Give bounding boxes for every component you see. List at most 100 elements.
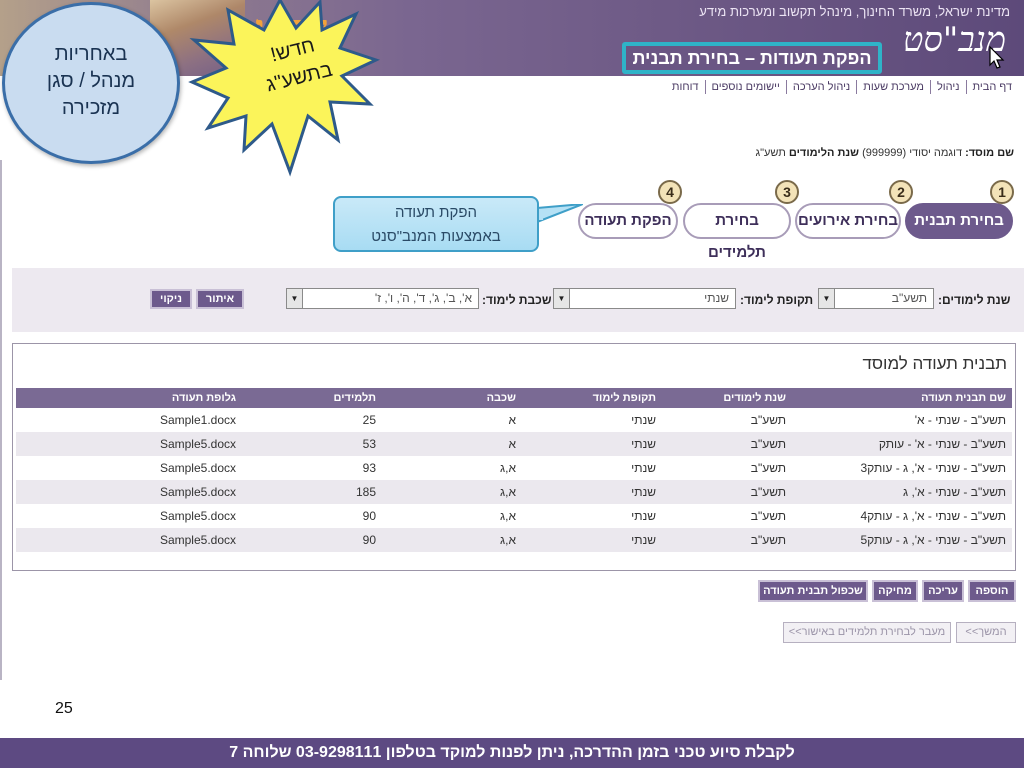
next-button[interactable]: המשך>> xyxy=(956,622,1016,643)
responsibility-callout: באחריות מנהל / סגן מזכירה xyxy=(2,2,180,164)
cell-students: 90 xyxy=(242,504,382,528)
col-template-name[interactable]: שם תבנית תעודה xyxy=(792,388,1012,408)
cell-file: Sample5.docx xyxy=(16,504,242,528)
chevron-down-icon[interactable]: ▼ xyxy=(554,289,570,308)
left-divider xyxy=(0,160,2,680)
slide-number: 25 xyxy=(55,700,73,717)
cell-period: שנתי xyxy=(522,504,662,528)
year-select[interactable]: תשע"ב ▼ xyxy=(818,288,934,309)
role-line-1: באחריות xyxy=(54,43,128,65)
step-select-events[interactable]: בחירת אירועים xyxy=(795,203,901,239)
cell-grade: א,ג xyxy=(382,480,522,504)
chevron-down-icon[interactable]: ▼ xyxy=(819,289,835,308)
cell-year: תשע"ב xyxy=(662,480,792,504)
cell-year: תשע"ב xyxy=(662,456,792,480)
cell-grade: א xyxy=(382,408,522,432)
cell-students: 53 xyxy=(242,432,382,456)
nav-assessment[interactable]: ניהול הערכה xyxy=(785,80,856,94)
cell-file: Sample5.docx xyxy=(16,528,242,552)
cell-template-name: תשע"ב - שנתי - א', ג xyxy=(792,480,1012,504)
step-3-badge: 3 xyxy=(775,180,799,204)
step-select-students[interactable]: בחירת תלמידים xyxy=(683,203,791,261)
duplicate-template-button[interactable]: שכפול תבנית תעודה xyxy=(758,580,868,602)
cell-students: 25 xyxy=(242,408,382,432)
cell-period: שנתי xyxy=(522,456,662,480)
grade-filter-label: שכבת לימוד: xyxy=(482,293,552,307)
cell-grade: א,ג xyxy=(382,456,522,480)
table-row[interactable]: Sample5.docx 53 א שנתי תשע"ב תשע"ב - שנת… xyxy=(16,432,1012,456)
col-file[interactable]: גלופת תעודה xyxy=(16,388,242,408)
tooltip-line-2: באמצעות המנב"סנט xyxy=(371,228,501,245)
table-row[interactable]: Sample5.docx 185 א,ג שנתי תשע"ב תשע"ב - … xyxy=(16,480,1012,504)
mouse-cursor-icon xyxy=(989,46,1005,69)
ministry-line: מדינת ישראל, משרד החינוך, מינהל תקשוב ומ… xyxy=(699,4,1010,19)
school-year-label: שנת הלימודים xyxy=(788,147,860,159)
table-row[interactable]: Sample5.docx 90 א,ג שנתי תשע"ב תשע"ב - ש… xyxy=(16,528,1012,552)
year-filter-label: שנת לימודים: xyxy=(938,293,1011,307)
col-year[interactable]: שנת לימודים xyxy=(662,388,792,408)
cell-students: 90 xyxy=(242,528,382,552)
top-navigation: דף הבית ניהול מערכת שעות ניהול הערכה ייש… xyxy=(666,80,1018,94)
nav-more-apps[interactable]: יישומים נוספים xyxy=(704,80,786,94)
cell-file: Sample5.docx xyxy=(16,456,242,480)
chevron-down-icon[interactable]: ▼ xyxy=(287,289,303,308)
templates-panel: תבנית תעודה למוסד גלופת תעודה תלמידים שכ… xyxy=(12,343,1016,571)
table-row[interactable]: Sample5.docx 90 א,ג שנתי תשע"ב תשע"ב - ש… xyxy=(16,504,1012,528)
year-select-value: תשע"ב xyxy=(891,291,927,305)
table-row[interactable]: Sample1.docx 25 א שנתי תשע"ב תשע"ב - שנת… xyxy=(16,408,1012,432)
cell-grade: א,ג xyxy=(382,504,522,528)
col-students[interactable]: תלמידים xyxy=(242,388,382,408)
tooltip-callout: הפקת תעודה באמצעות המנב"סנט xyxy=(333,196,539,252)
cell-period: שנתי xyxy=(522,432,662,456)
cell-year: תשע"ב xyxy=(662,504,792,528)
school-label: שם מוסד: xyxy=(965,147,1014,159)
panel-title: תבנית תעודה למוסד xyxy=(862,354,1007,373)
cell-file: Sample5.docx xyxy=(16,480,242,504)
go-to-students-button[interactable]: מעבר לבחירת תלמידים באישור>> xyxy=(783,622,951,643)
cell-grade: א,ג xyxy=(382,528,522,552)
nav-home[interactable]: דף הבית xyxy=(965,80,1018,94)
cell-year: תשע"ב xyxy=(662,432,792,456)
cell-template-name: תשע"ב - שנתי - א', ג - עותק4 xyxy=(792,504,1012,528)
period-select[interactable]: שנתי ▼ xyxy=(553,288,736,309)
grade-select-value: א', ב', ג', ד', ה', ו', ז' xyxy=(374,291,472,305)
role-line-3: מזכירה xyxy=(61,97,121,119)
step-4-badge: 4 xyxy=(658,180,682,204)
school-info: שם מוסד: דוגמה יסודי (999999) שנת הלימוד… xyxy=(755,147,1014,159)
edit-button[interactable]: עריכה xyxy=(922,580,964,602)
add-button[interactable]: הוספה xyxy=(968,580,1016,602)
role-line-2: מנהל / סגן xyxy=(46,70,136,92)
cell-grade: א xyxy=(382,432,522,456)
step-1-badge: 1 xyxy=(990,180,1014,204)
cell-year: תשע"ב xyxy=(662,528,792,552)
cell-period: שנתי xyxy=(522,528,662,552)
step-2-badge: 2 xyxy=(889,180,913,204)
cell-students: 93 xyxy=(242,456,382,480)
step-select-template[interactable]: בחירת תבנית xyxy=(905,203,1013,239)
nav-management[interactable]: ניהול xyxy=(929,80,966,94)
col-grade[interactable]: שכבה xyxy=(382,388,522,408)
period-select-value: שנתי xyxy=(704,291,729,305)
nav-reports[interactable]: דוחות xyxy=(666,80,705,94)
support-footer: לקבלת סיוע טכני בזמן ההדרכה, ניתן לפנות … xyxy=(0,738,1024,768)
search-button[interactable]: איתור xyxy=(196,289,244,309)
school-year-value: תשע"ג xyxy=(755,147,786,159)
grade-select[interactable]: א', ב', ג', ד', ה', ו', ז' ▼ xyxy=(286,288,479,309)
templates-table: גלופת תעודה תלמידים שכבה תקופת לימוד שנת… xyxy=(16,388,1012,552)
tooltip-line-1: הפקת תעודה xyxy=(394,204,478,221)
delete-button[interactable]: מחיקה xyxy=(872,580,918,602)
page-title: הפקת תעודות – בחירת תבנית xyxy=(622,42,882,74)
cell-file: Sample5.docx xyxy=(16,432,242,456)
col-period[interactable]: תקופת לימוד xyxy=(522,388,662,408)
period-filter-label: תקופת לימוד: xyxy=(740,293,814,307)
clear-button[interactable]: ניקוי xyxy=(150,289,192,309)
table-row[interactable]: Sample5.docx 93 א,ג שנתי תשע"ב תשע"ב - ש… xyxy=(16,456,1012,480)
school-value: דוגמה יסודי (999999) xyxy=(862,147,963,159)
cell-period: שנתי xyxy=(522,408,662,432)
cell-file: Sample1.docx xyxy=(16,408,242,432)
tooltip-pointer xyxy=(537,204,583,224)
cell-template-name: תשע"ב - שנתי - א', ג - עותק5 xyxy=(792,528,1012,552)
step-produce-certificate[interactable]: הפקת תעודה xyxy=(578,203,678,239)
cell-students: 185 xyxy=(242,480,382,504)
nav-timetable[interactable]: מערכת שעות xyxy=(856,80,930,94)
